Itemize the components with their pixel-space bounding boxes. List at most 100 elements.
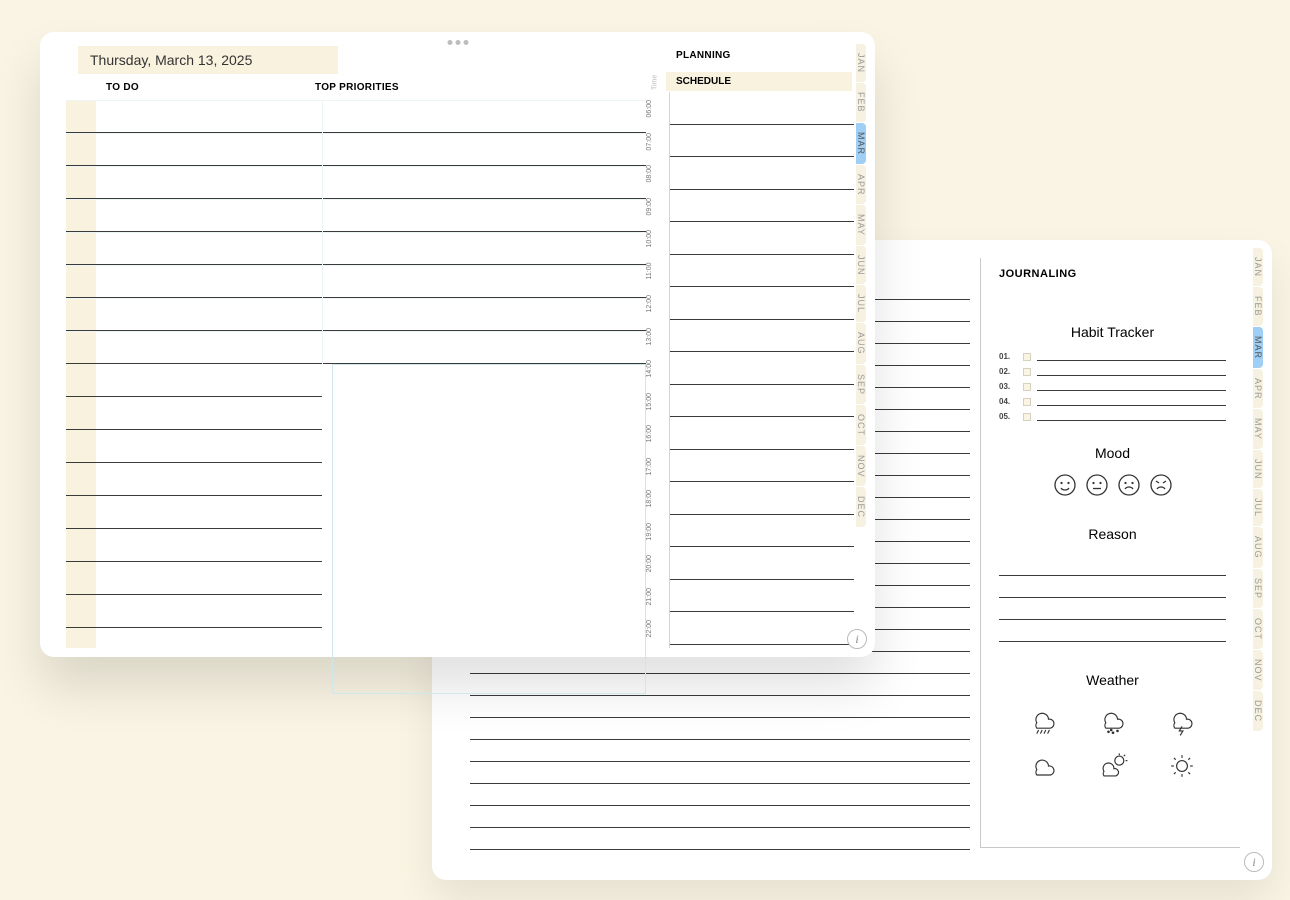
habit-row[interactable]: 02. [999,367,1226,376]
notes-box[interactable] [332,364,646,694]
schedule-row[interactable] [670,450,854,483]
weather-partly-cloudy-icon[interactable] [1095,751,1131,786]
time-label: 06:00 [646,92,653,125]
priorities-header: TOP PRIORITIES [315,82,399,93]
month-tab-feb[interactable]: FEB [1253,287,1263,326]
left-panel: TO DO TOP PRIORITIES [66,80,646,648]
mood-happy-icon[interactable] [1053,473,1077,502]
planning-header: PLANNING [646,50,856,61]
weather-sun-icon[interactable] [1164,751,1200,786]
schedule-row[interactable] [670,482,854,515]
habit-row[interactable]: 01. [999,352,1226,361]
time-label: 08:00 [646,157,653,190]
month-tab-aug[interactable]: AUG [1253,527,1263,568]
time-label: 19:00 [646,515,653,548]
time-label: 14:00 [646,352,653,385]
month-tab-jan[interactable]: JAN [856,44,866,82]
schedule-row[interactable] [670,125,854,158]
habit-line[interactable] [1037,397,1226,406]
time-label: 17:00 [646,450,653,483]
weather-rain-icon[interactable] [1026,706,1062,741]
journaling-panel: JOURNALING Habit Tracker 01.02.03.04.05.… [980,258,1240,848]
schedule-row[interactable] [670,157,854,190]
habit-checkbox[interactable] [1023,368,1031,376]
habit-line[interactable] [1037,382,1226,391]
info-button[interactable]: i [1244,852,1264,872]
schedule-row[interactable] [670,417,854,450]
schedule-row[interactable] [670,287,854,320]
habit-checkbox[interactable] [1023,383,1031,391]
schedule-row[interactable] [670,320,854,353]
schedule-row[interactable] [670,352,854,385]
schedule-row[interactable] [670,515,854,548]
date-label: Thursday, March 13, 2025 [78,46,338,74]
schedule-row[interactable] [670,385,854,418]
habit-number: 05. [999,412,1017,421]
month-tab-sep[interactable]: SEP [856,365,866,404]
mood-sad-icon[interactable] [1117,473,1141,502]
habit-line[interactable] [1037,352,1226,361]
weather-cloud-icon[interactable] [1026,751,1062,786]
month-tab-apr[interactable]: APR [1253,369,1263,409]
time-label: 15:00 [646,385,653,418]
page-dots [447,40,468,45]
mood-neutral-icon[interactable] [1085,473,1109,502]
month-tab-feb[interactable]: FEB [856,83,866,122]
weather-header: Weather [999,672,1226,688]
habit-row[interactable]: 04. [999,397,1226,406]
month-tab-jul[interactable]: JUL [856,285,866,322]
month-tabs: JANFEBMARAPRMAYJUNJULAUGSEPOCTNOVDEC [856,44,878,528]
reason-lines[interactable] [999,554,1226,642]
month-tab-jun[interactable]: JUN [1253,450,1263,489]
habit-row[interactable]: 03. [999,382,1226,391]
habit-line[interactable] [1037,367,1226,376]
schedule-rows[interactable] [670,92,854,645]
month-tab-oct[interactable]: OCT [856,405,866,445]
month-tab-may[interactable]: MAY [856,205,866,245]
month-tab-mar[interactable]: MAR [1253,327,1263,368]
habit-tracker-list: 01. 02. 03. 04. 05. [999,352,1226,421]
month-tab-dec[interactable]: DEC [1253,691,1263,731]
schedule-row[interactable] [670,92,854,125]
habit-checkbox[interactable] [1023,413,1031,421]
month-tab-oct[interactable]: OCT [1253,609,1263,649]
info-button[interactable]: i [847,629,867,649]
habit-checkbox[interactable] [1023,353,1031,361]
month-tab-jan[interactable]: JAN [1253,248,1263,286]
weather-thunder-icon[interactable] [1164,706,1200,741]
month-tab-aug[interactable]: AUG [856,323,866,364]
journaling-header: JOURNALING [999,268,1226,280]
schedule-row[interactable] [670,190,854,223]
right-panel: PLANNING SCHEDULE Time 06:0007:0008:0009… [646,50,856,648]
schedule-header: SCHEDULE [666,72,852,91]
month-tab-mar[interactable]: MAR [856,123,866,164]
month-tab-nov[interactable]: NOV [856,446,866,487]
month-tab-apr[interactable]: APR [856,165,866,205]
habit-row[interactable]: 05. [999,412,1226,421]
weather-snow-icon[interactable] [1095,706,1131,741]
mood-icon-row [999,473,1226,502]
habit-line[interactable] [1037,412,1226,421]
schedule-row[interactable] [670,222,854,255]
month-tab-jun[interactable]: JUN [856,246,866,285]
time-column-header: Time [646,72,664,92]
time-column: Time 06:0007:0008:0009:0010:0011:0012:00… [646,92,670,648]
month-tab-may[interactable]: MAY [1253,409,1263,449]
month-tab-dec[interactable]: DEC [856,487,866,527]
month-tab-nov[interactable]: NOV [1253,650,1263,691]
month-tab-jul[interactable]: JUL [1253,489,1263,526]
month-tab-sep[interactable]: SEP [1253,569,1263,608]
todo-rows-continued[interactable] [66,298,322,628]
time-label: 22:00 [646,612,653,645]
time-label: 11:00 [646,255,653,288]
mood-angry-icon[interactable] [1149,473,1173,502]
time-label: 07:00 [646,125,653,158]
habit-number: 01. [999,352,1017,361]
habit-checkbox[interactable] [1023,398,1031,406]
schedule-row[interactable] [670,547,854,580]
schedule-row[interactable] [670,255,854,288]
schedule-row[interactable] [670,612,854,645]
month-tabs: JANFEBMARAPRMAYJUNJULAUGSEPOCTNOVDEC [1253,248,1275,732]
schedule-row[interactable] [670,580,854,613]
planner-page-1: JANFEBMARAPRMAYJUNJULAUGSEPOCTNOVDEC Thu… [40,32,875,657]
